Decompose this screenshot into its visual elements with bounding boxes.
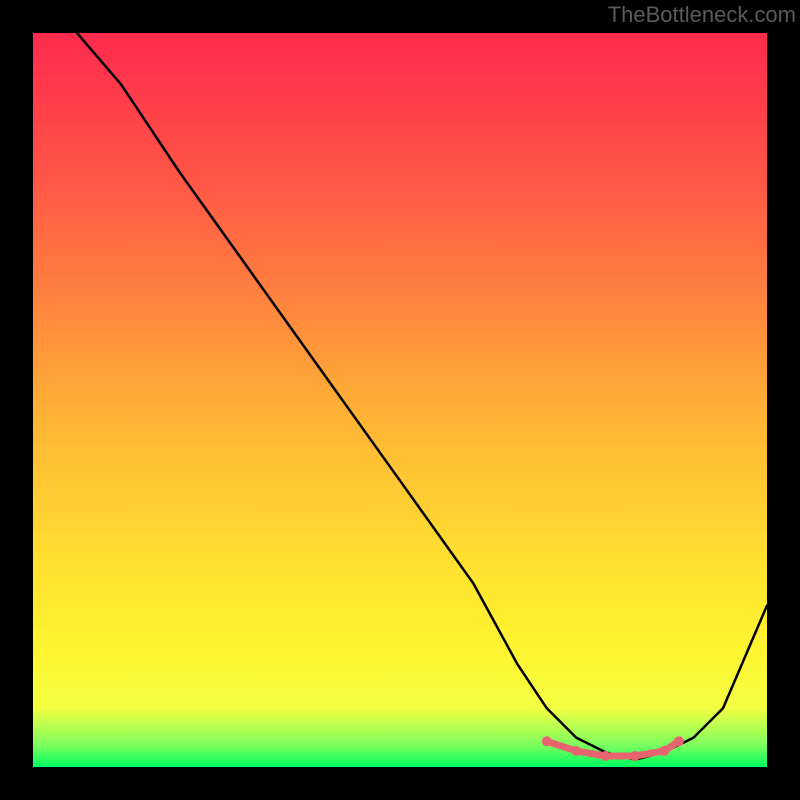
chart-container: TheBottleneck.com xyxy=(0,0,800,800)
bottleneck-curve-line xyxy=(77,33,767,760)
optimal-range-dot xyxy=(674,736,684,746)
chart-svg xyxy=(33,33,767,767)
optimal-range-dot xyxy=(630,751,640,761)
optimal-range-dot xyxy=(601,751,611,761)
optimal-range-dot xyxy=(659,746,669,756)
optimal-range-dot xyxy=(542,736,552,746)
optimal-range-line xyxy=(547,741,679,756)
watermark-text: TheBottleneck.com xyxy=(608,2,796,28)
plot-area xyxy=(33,33,767,767)
optimal-range-dot xyxy=(571,746,581,756)
